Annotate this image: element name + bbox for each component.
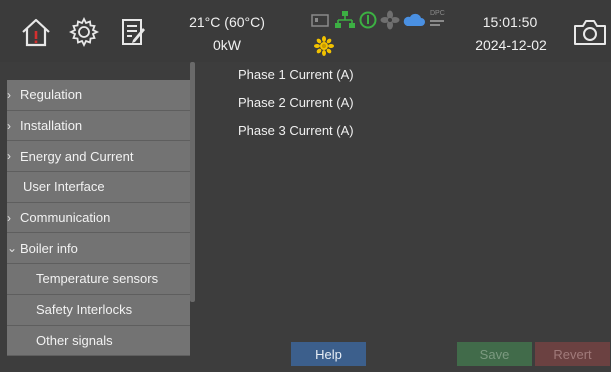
cloud-icon [403,13,425,26]
sidebar-item-communication[interactable]: › Communication [7,202,190,234]
network-icon [335,11,355,28]
save-button[interactable]: Save [457,342,532,366]
chevron-right-icon: › [7,149,11,164]
sidebar-item-label: Safety Interlocks [36,302,133,318]
sidebar-item-label: Temperature sensors [36,271,159,287]
power-readout: 0kW [213,37,241,53]
param-phase-3-current[interactable]: Phase 3 Current (A) [238,123,354,138]
main-area: › Regulation › Installation › Energy and… [0,62,611,372]
sidebar-item-label: Other signals [36,332,113,348]
sidebar-item-label: Installation [20,118,83,134]
sidebar-item-label: Regulation [20,87,83,103]
revert-button[interactable]: Revert [535,342,610,366]
sidebar-item-regulation[interactable]: › Regulation [7,80,190,111]
temperature-readout: 21°C (60°C) [189,14,265,30]
clock-time: 15:01:50 [482,14,538,30]
sidebar-item-label: Boiler info [20,240,78,256]
sidebar-item-label: User Interface [23,179,105,195]
home-alert-icon[interactable] [18,12,54,52]
sidebar-menu: › Regulation › Installation › Energy and… [7,80,190,357]
sidebar-item-temperature-sensors[interactable]: Temperature sensors [7,264,190,295]
param-phase-1-current[interactable]: Phase 1 Current (A) [238,67,354,82]
sidebar-item-energy-and-current[interactable]: › Energy and Current [7,141,190,173]
sidebar-item-label: Communication [20,210,111,226]
status-icons: DPC [310,10,448,30]
sidebar-item-other-signals[interactable]: Other signals [7,325,190,357]
fan-icon [380,10,400,30]
power-on-icon [359,11,377,29]
notepad-icon[interactable] [116,12,150,52]
sidebar-item-boiler-info[interactable]: ⌄ Boiler info [7,233,190,265]
clock-date: 2024-12-02 [475,37,547,53]
chevron-right-icon: › [7,210,11,225]
param-phase-2-current[interactable]: Phase 2 Current (A) [238,95,354,110]
sidebar-header [0,62,190,80]
camera-icon[interactable] [570,12,610,52]
help-button[interactable]: Help [291,342,366,366]
dpc-status-icon: DPC [428,10,448,30]
chevron-right-icon: › [7,118,11,133]
sidebar-item-installation[interactable]: › Installation [7,110,190,142]
fuel-icon [311,14,329,27]
sidebar: › Regulation › Installation › Energy and… [0,62,196,372]
chevron-down-icon: ⌄ [7,241,18,256]
sidebar-scrollbar[interactable] [190,62,195,302]
sun-icon [313,36,335,56]
chevron-right-icon: › [7,87,11,102]
sidebar-item-safety-interlocks[interactable]: Safety Interlocks [7,294,190,326]
sidebar-item-user-interface[interactable]: User Interface [7,172,190,203]
dpc-label: DPC [430,10,445,17]
sidebar-item-label: Energy and Current [20,148,134,164]
top-bar: 21°C (60°C) 0kW DPC 15:01:50 2024-12-02 [0,0,611,62]
gear-icon[interactable] [66,12,102,52]
